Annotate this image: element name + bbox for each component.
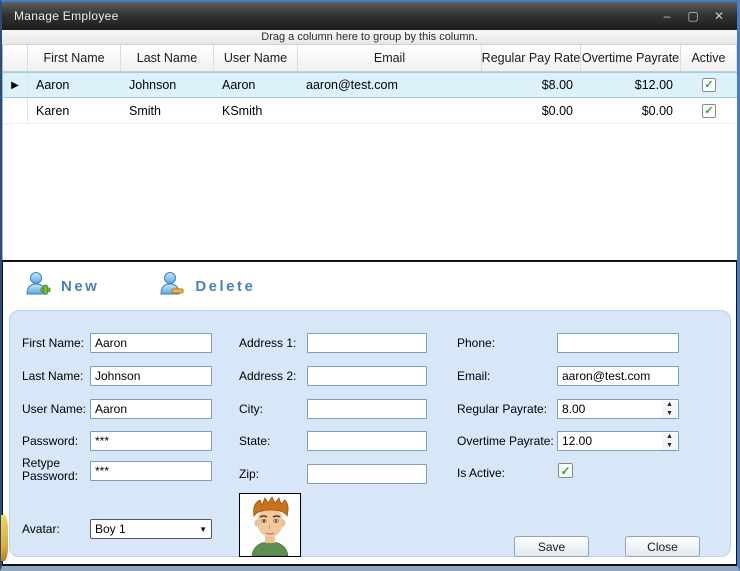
cell-first-name[interactable]: Aaron (28, 73, 121, 97)
email-label: Email: (457, 370, 490, 383)
table-row[interactable]: Karen Smith KSmith $0.00 $0.00 ✓ (3, 98, 737, 124)
address1-field[interactable] (307, 333, 427, 353)
password-field[interactable] (90, 431, 212, 451)
delete-button-label: Delete (195, 278, 255, 295)
address2-field[interactable] (307, 366, 427, 386)
check-icon: ✓ (560, 464, 570, 478)
cell-active: ✓ (681, 73, 737, 97)
overtime-payrate-label: Overtime Payrate: (457, 435, 554, 448)
address1-label: Address 1: (239, 337, 296, 350)
cell-user-name[interactable]: Aaron (214, 73, 298, 97)
cell-regular-pay-rate[interactable]: $0.00 (482, 98, 581, 123)
cell-last-name[interactable]: Johnson (121, 73, 214, 97)
active-checkbox[interactable]: ✓ (702, 104, 716, 118)
cell-email[interactable]: aaron@test.com (298, 73, 482, 97)
group-by-band[interactable]: Drag a column here to group by this colu… (2, 30, 737, 45)
avatar-preview-image (239, 493, 301, 557)
first-name-label: First Name: (22, 337, 84, 350)
background-artifact (1, 515, 8, 561)
column-header-email[interactable]: Email (298, 45, 482, 71)
regular-payrate-label: Regular Payrate: (457, 403, 547, 416)
avatar-select[interactable]: Boy 1 ▼ (90, 519, 212, 539)
new-person-icon (23, 270, 51, 303)
detail-toolbar: New Delete (3, 262, 736, 310)
overtime-payrate-stepper: ▲ ▼ (557, 431, 679, 452)
city-field[interactable] (307, 399, 427, 419)
manage-employee-window: Manage Employee – ▢ ✕ Drag a column here… (0, 0, 740, 571)
column-header-last-name[interactable]: Last Name (121, 45, 214, 71)
column-header-active[interactable]: Active (681, 45, 737, 71)
state-label: State: (239, 435, 270, 448)
zip-field[interactable] (307, 464, 427, 484)
zip-label: Zip: (239, 468, 259, 481)
email-field[interactable] (557, 366, 679, 386)
table-row[interactable]: ▶ Aaron Johnson Aaron aaron@test.com $8.… (3, 72, 737, 98)
column-header-overtime-payrate[interactable]: Overtime Payrate (581, 45, 681, 71)
row-selector-cell[interactable] (3, 98, 28, 123)
first-name-field[interactable] (90, 333, 212, 353)
cell-last-name[interactable]: Smith (121, 98, 214, 123)
employee-form: First Name: Last Name: User Name: Passwo… (9, 310, 731, 557)
minimize-icon[interactable]: – (659, 9, 675, 23)
delete-person-icon (157, 270, 185, 303)
cell-active: ✓ (681, 98, 737, 123)
cell-user-name[interactable]: KSmith (214, 98, 298, 123)
column-header-user-name[interactable]: User Name (214, 45, 298, 71)
window-title: Manage Employee (2, 9, 119, 23)
overtime-payrate-field[interactable] (557, 431, 679, 451)
chevron-down-icon: ▼ (199, 525, 207, 534)
row-selector-cell[interactable]: ▶ (3, 73, 28, 97)
active-checkbox[interactable]: ✓ (702, 78, 716, 92)
state-field[interactable] (307, 431, 427, 451)
spin-down-icon[interactable]: ▼ (662, 442, 677, 451)
close-icon[interactable]: ✕ (711, 9, 727, 23)
is-active-label: Is Active: (457, 467, 505, 480)
phone-field[interactable] (557, 333, 679, 353)
spin-down-icon[interactable]: ▼ (662, 410, 677, 419)
is-active-checkbox[interactable]: ✓ (558, 463, 573, 478)
regular-payrate-spin-buttons: ▲ ▼ (662, 401, 677, 418)
check-icon: ✓ (704, 79, 713, 91)
column-header-regular-pay-rate[interactable]: Regular Pay Rate (482, 45, 581, 71)
address2-label: Address 2: (239, 370, 296, 383)
window-controls: – ▢ ✕ (659, 9, 737, 23)
cell-regular-pay-rate[interactable]: $8.00 (482, 73, 581, 97)
cell-email[interactable] (298, 98, 482, 123)
employee-grid: First Name Last Name User Name Email Reg… (2, 45, 737, 260)
overtime-payrate-spin-buttons: ▲ ▼ (662, 433, 677, 450)
last-name-field[interactable] (90, 366, 212, 386)
grid-empty-area (3, 124, 737, 260)
avatar-selected-value: Boy 1 (95, 522, 126, 536)
last-name-label: Last Name: (22, 370, 83, 383)
retype-password-field[interactable] (90, 461, 212, 481)
title-bar: Manage Employee – ▢ ✕ (2, 2, 737, 30)
user-name-label: User Name: (22, 403, 86, 416)
cell-overtime-payrate[interactable]: $0.00 (581, 98, 681, 123)
selected-row-marker-icon: ▶ (11, 80, 19, 91)
check-icon: ✓ (704, 105, 713, 117)
cell-overtime-payrate[interactable]: $12.00 (581, 73, 681, 97)
detail-panel: New Delete First Name: Last Name: User N… (2, 260, 737, 566)
new-button-label: New (61, 278, 99, 295)
delete-button[interactable]: Delete (157, 270, 255, 303)
new-button[interactable]: New (23, 270, 99, 303)
column-header-first-name[interactable]: First Name (28, 45, 121, 71)
maximize-icon[interactable]: ▢ (685, 9, 701, 23)
regular-payrate-field[interactable] (557, 399, 679, 419)
city-label: City: (239, 403, 263, 416)
phone-label: Phone: (457, 337, 495, 350)
row-selector-header (3, 45, 28, 71)
close-button[interactable]: Close (625, 536, 700, 557)
regular-payrate-stepper: ▲ ▼ (557, 399, 679, 420)
spin-up-icon[interactable]: ▲ (662, 433, 677, 442)
save-button[interactable]: Save (514, 536, 589, 557)
user-name-field[interactable] (90, 399, 212, 419)
cell-first-name[interactable]: Karen (28, 98, 121, 123)
group-by-hint: Drag a column here to group by this colu… (261, 31, 477, 43)
avatar-label: Avatar: (22, 523, 60, 536)
password-label: Password: (22, 435, 78, 448)
grid-header-row: First Name Last Name User Name Email Reg… (3, 45, 737, 72)
retype-password-label: Retype Password: (22, 457, 74, 483)
spin-up-icon[interactable]: ▲ (662, 401, 677, 410)
